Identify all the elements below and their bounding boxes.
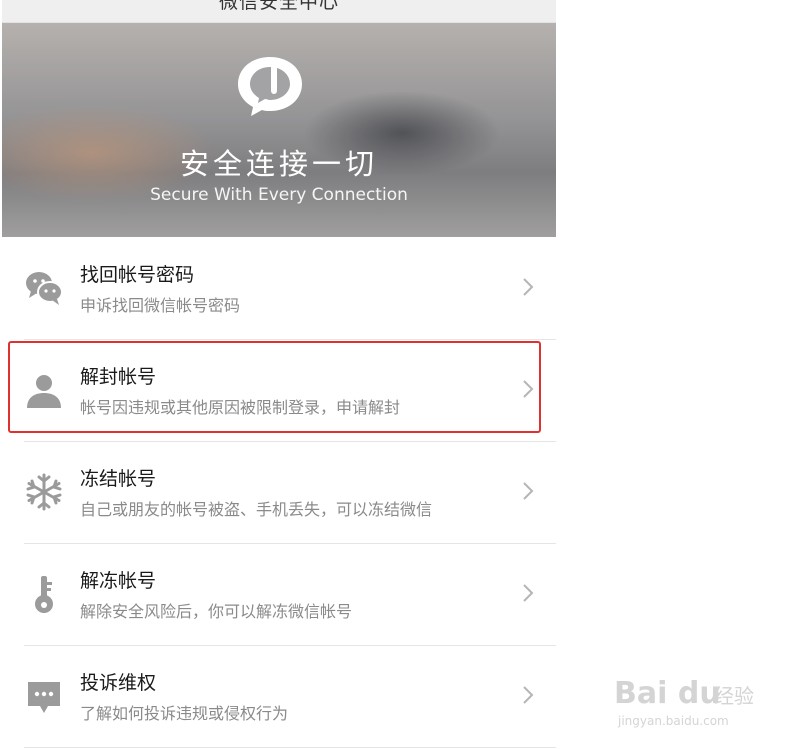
phone-screen: 微信安全中心 安全连接一切 Secure With Every Connecti…: [2, 0, 556, 749]
watermark-logo: Bai du: [614, 676, 721, 711]
top-bar-title: 微信安全中心: [218, 0, 339, 13]
item-description: 解除安全风险后，你可以解冻微信帐号: [80, 602, 353, 621]
key-icon: [35, 576, 53, 613]
item-title: 解封帐号: [80, 366, 157, 388]
banner-title: 安全连接一切: [179, 147, 378, 181]
chevron-right-icon: [523, 278, 534, 296]
menu-item-recover-password[interactable]: 找回帐号密码 申诉找回微信帐号密码: [24, 238, 556, 340]
snowflake-icon: [26, 473, 62, 511]
menu-item-complaint[interactable]: 投诉维权 了解如何投诉违规或侵权行为: [24, 646, 556, 748]
watermark-url: jingyan.baidu.com: [618, 714, 729, 728]
menu-item-unblock-account[interactable]: 解封帐号 帐号因违规或其他原因被限制登录，申请解封: [24, 340, 556, 442]
chevron-right-icon: [523, 482, 534, 500]
menu-item-unfreeze-account[interactable]: 解冻帐号 解除安全风险后，你可以解冻微信帐号: [24, 544, 556, 646]
chat-bubble-icon: [238, 57, 302, 116]
chevron-right-icon: [523, 584, 534, 602]
complaint-icon: [28, 682, 60, 713]
person-icon: [27, 375, 61, 408]
item-title: 冻结帐号: [80, 468, 157, 490]
chevron-right-icon: [523, 686, 534, 704]
item-title: 投诉维权: [80, 672, 157, 694]
item-description: 自己或朋友的帐号被盗、手机丢失，可以冻结微信: [80, 500, 433, 519]
item-title: 解冻帐号: [80, 570, 157, 592]
menu-list: 找回帐号密码 申诉找回微信帐号密码 解封帐号 帐号因违规或其他原因被限制登录，申…: [2, 238, 556, 748]
item-title: 找回帐号密码: [80, 264, 195, 286]
item-description: 了解如何投诉违规或侵权行为: [80, 704, 289, 723]
chevron-right-icon: [523, 380, 534, 398]
baidu-jingyan-watermark: Bai du 经验 jingyan.baidu.com: [614, 662, 789, 742]
item-description: 帐号因违规或其他原因被限制登录，申请解封: [80, 398, 401, 417]
banner: 安全连接一切 Secure With Every Connection: [2, 23, 556, 237]
watermark-brand: 经验: [714, 684, 754, 708]
menu-item-freeze-account[interactable]: 冻结帐号 自己或朋友的帐号被盗、手机丢失，可以冻结微信: [24, 442, 556, 544]
wechat-icon: [26, 272, 63, 305]
banner-subtitle: Secure With Every Connection: [150, 185, 408, 205]
item-description: 申诉找回微信帐号密码: [80, 296, 241, 315]
top-bar: 微信安全中心: [2, 0, 556, 23]
